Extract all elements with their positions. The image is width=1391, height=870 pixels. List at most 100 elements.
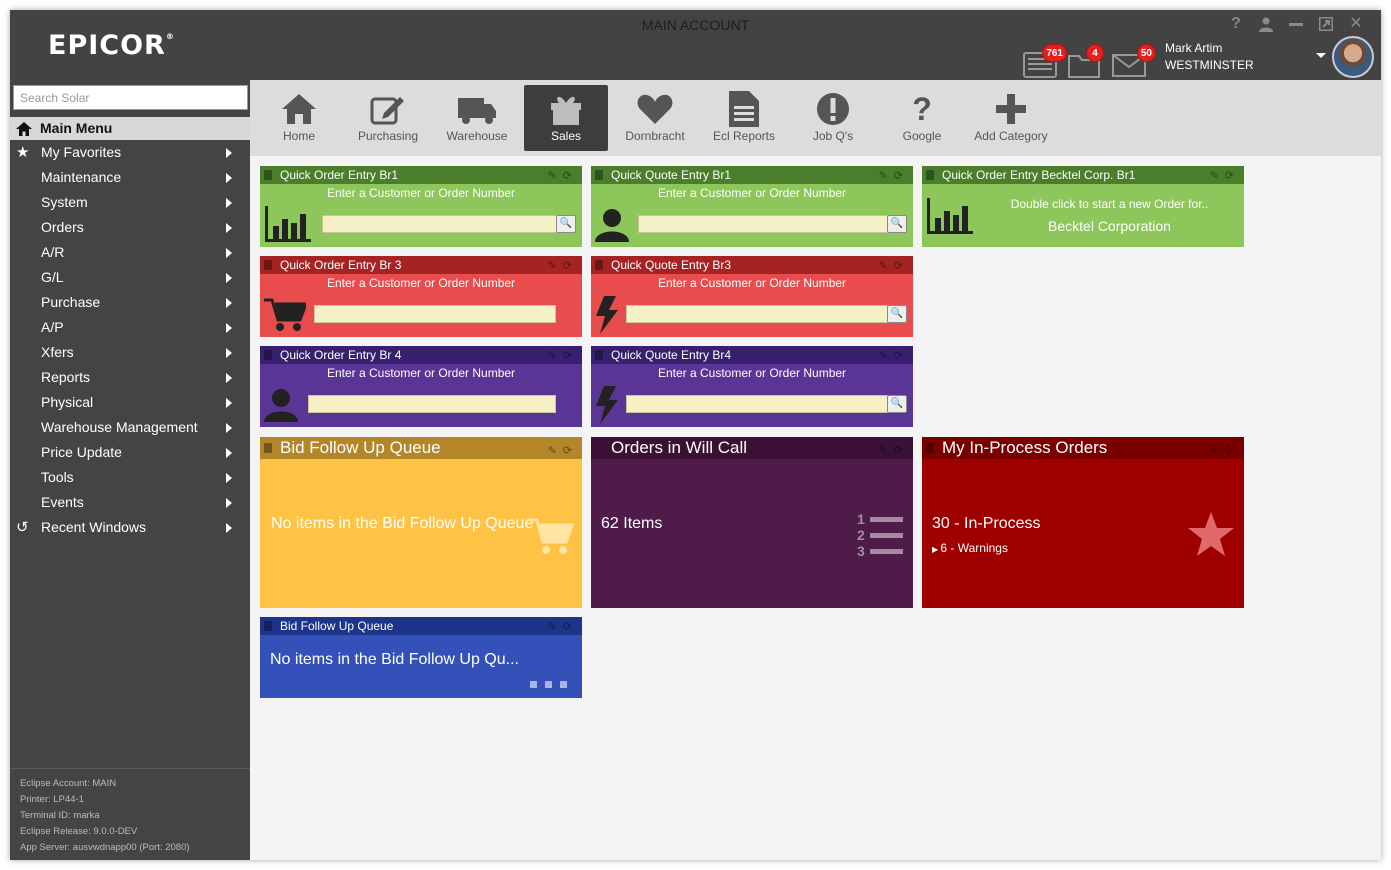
search-lookup-icon[interactable]: 🔍 (887, 305, 907, 323)
sidebar-item-my-favorites[interactable]: ★ My Favorites (10, 140, 250, 165)
user-menu-caret-icon[interactable] (1316, 53, 1326, 58)
user-info[interactable]: Mark Artim WESTMINSTER (1165, 40, 1254, 74)
sidebar-item-ar[interactable]: A/R (10, 240, 250, 265)
toolbar-home[interactable]: Home (257, 85, 341, 151)
tile-tools[interactable]: ✎⟳ (548, 440, 578, 462)
sidebar-item-label: Price Update (41, 444, 122, 460)
customer-order-input[interactable] (322, 215, 558, 233)
customer-order-input[interactable] (314, 305, 556, 323)
tile-quick-order-entry-becktel[interactable]: Quick Order Entry Becktel Corp. Br1 ✎⟳ Do… (922, 166, 1244, 247)
toolbar-sales[interactable]: Sales (524, 85, 608, 151)
sidebar-item-physical[interactable]: Physical (10, 390, 250, 415)
minimize-icon[interactable] (1285, 13, 1307, 35)
tile-quick-order-entry-br3[interactable]: Quick Order Entry Br 3 ✎⟳ Enter a Custome… (260, 256, 582, 337)
sidebar-item-recent-windows[interactable]: ↺ Recent Windows (10, 515, 250, 540)
tile-title: Orders in Will Call (611, 438, 748, 457)
trash-icon[interactable] (595, 170, 603, 180)
trash-icon[interactable] (926, 443, 934, 453)
trash-icon[interactable] (595, 260, 603, 270)
alert-icon (817, 93, 849, 125)
trash-icon[interactable] (264, 170, 272, 180)
notification-count-badge: 50 (1136, 44, 1156, 62)
toolbar-warehouse[interactable]: Warehouse (435, 85, 519, 151)
customer-order-input[interactable] (626, 395, 888, 413)
tile-quick-order-entry-br4[interactable]: Quick Order Entry Br 4 ✎⟳ Enter a Custome… (260, 346, 582, 427)
tile-bid-follow-up-queue[interactable]: Bid Follow Up Queue ✎⟳ No items in the Bi… (260, 437, 582, 608)
tile-my-in-process-orders[interactable]: My In-Process Orders ✎⟳ 30 - In-Process ▶… (922, 437, 1244, 608)
trash-icon[interactable] (264, 621, 272, 631)
sidebar-item-ap[interactable]: A/P (10, 315, 250, 340)
sidebar-item-maintenance[interactable]: Maintenance (10, 165, 250, 190)
sidebar-item-xfers[interactable]: Xfers (10, 340, 250, 365)
notifications-list-button[interactable]: 761 (1023, 44, 1067, 78)
customer-name: Becktel Corporation (1048, 218, 1171, 234)
chevron-right-icon (226, 173, 232, 183)
restore-icon[interactable] (1315, 13, 1337, 35)
tile-tools[interactable]: ✎⟳ (548, 347, 578, 365)
tile-tools[interactable]: ✎⟳ (879, 167, 909, 185)
trash-icon[interactable] (926, 170, 934, 180)
trash-icon[interactable] (264, 443, 272, 453)
sidebar-item-reports[interactable]: Reports (10, 365, 250, 390)
notifications-mail-button[interactable]: 50 (1112, 44, 1156, 78)
account-info: Eclipse Account: MAIN (20, 778, 117, 789)
sidebar-item-orders[interactable]: Orders (10, 215, 250, 240)
search-lookup-icon[interactable]: 🔍 (887, 395, 907, 413)
sidebar-item-price-update[interactable]: Price Update (10, 440, 250, 465)
trash-icon[interactable] (264, 260, 272, 270)
customer-order-input[interactable] (626, 305, 888, 323)
user-branch: WESTMINSTER (1165, 58, 1254, 72)
tile-title: My In-Process Orders (942, 438, 1108, 457)
toolbar-ecl-reports[interactable]: Ecl Reports (702, 85, 786, 151)
sidebar-item-events[interactable]: Events (10, 490, 250, 515)
tile-tools[interactable]: ✎⟳ (548, 167, 578, 185)
tile-quick-quote-entry-br4[interactable]: Quick Quote Entry Br4 ✎⟳ Enter a Customer… (591, 346, 913, 427)
sidebar-item-label: Events (41, 494, 84, 510)
close-icon[interactable]: ✕ (1345, 13, 1367, 35)
sidebar-item-label: A/P (41, 319, 64, 335)
numbered-list-icon: 123 (857, 511, 903, 559)
toolbar-purchasing[interactable]: Purchasing (346, 85, 430, 151)
tile-quick-quote-entry-br1[interactable]: Quick Quote Entry Br1 ✎⟳ Enter a Customer… (591, 166, 913, 247)
tile-bid-follow-up-queue-small[interactable]: Bid Follow Up Queue ✎⟳ No items in the Bi… (260, 617, 582, 698)
notifications-folder-button[interactable]: 4 (1068, 44, 1104, 78)
tile-tools[interactable]: ✎⟳ (548, 257, 578, 275)
tile-tools[interactable]: ✎⟳ (879, 257, 909, 275)
more-dots-icon[interactable] (530, 681, 570, 689)
customer-order-input[interactable] (308, 395, 556, 413)
search-input[interactable]: Search Solar (13, 85, 248, 110)
customer-order-input[interactable] (638, 215, 888, 233)
main-menu-header[interactable]: Main Menu (10, 117, 250, 140)
tile-title: Quick Order Entry Br1 (280, 168, 399, 182)
tile-orders-in-will-call[interactable]: Orders in Will Call ✎⟳ 62 Items 123 (591, 437, 913, 608)
tile-quick-order-entry-br1[interactable]: Quick Order Entry Br1 ✎⟳ Enter a Customer… (260, 166, 582, 247)
tile-tools[interactable]: ✎⟳ (548, 618, 578, 636)
sidebar-item-warehouse-management[interactable]: Warehouse Management (10, 415, 250, 440)
tile-quick-quote-entry-br3[interactable]: Quick Quote Entry Br3 ✎⟳ Enter a Customer… (591, 256, 913, 337)
sidebar-item-label: Maintenance (41, 169, 122, 185)
warnings-count: 6 - Warnings (940, 541, 1008, 555)
trash-icon[interactable] (264, 350, 272, 360)
user-avatar[interactable] (1332, 36, 1374, 78)
toolbar-job-qs[interactable]: Job Q's (791, 85, 875, 151)
sidebar-item-purchase[interactable]: Purchase (10, 290, 250, 315)
tile-tools[interactable]: ✎⟳ (1210, 440, 1240, 462)
toolbar-google[interactable]: ? Google (880, 85, 964, 151)
sidebar-item-gl[interactable]: G/L (10, 265, 250, 290)
search-lookup-icon[interactable]: 🔍 (556, 215, 576, 233)
trash-icon[interactable] (595, 350, 603, 360)
toolbar-dornbracht[interactable]: Dornbracht (613, 85, 697, 151)
sidebar-item-system[interactable]: System (10, 190, 250, 215)
search-lookup-icon[interactable]: 🔍 (887, 215, 907, 233)
tile-tools[interactable]: ✎⟳ (879, 347, 909, 365)
toolbar-label: Purchasing (357, 129, 419, 143)
tile-tools[interactable]: ✎⟳ (1210, 167, 1240, 185)
warnings-link[interactable]: ▶ 6 - Warnings (932, 541, 1008, 555)
cart-icon (264, 298, 306, 331)
tile-tools[interactable]: ✎⟳ (879, 440, 909, 462)
toolbar-add-category[interactable]: Add Category (969, 85, 1053, 151)
sidebar-item-tools[interactable]: Tools (10, 465, 250, 490)
user-icon[interactable] (1255, 13, 1277, 35)
help-icon[interactable]: ? (1225, 13, 1247, 35)
document-icon (729, 91, 759, 127)
